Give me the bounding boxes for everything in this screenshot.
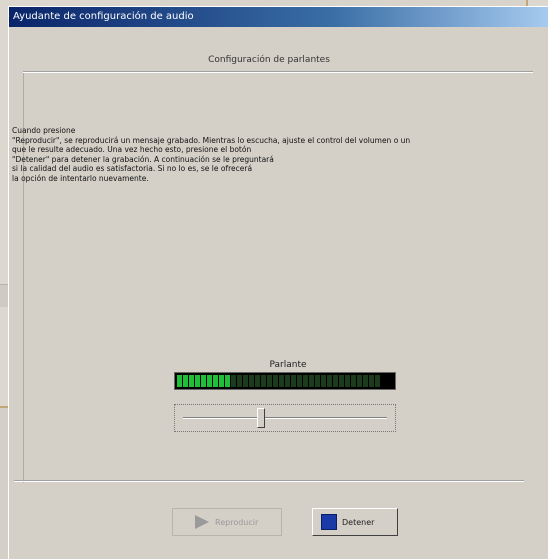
- play-button[interactable]: Reproducir: [172, 508, 282, 536]
- meter-segment: [285, 375, 290, 387]
- meter-segment: [315, 375, 320, 387]
- meter-segment: [207, 375, 212, 387]
- meter-segment: [243, 375, 248, 387]
- meter-segment: [339, 375, 344, 387]
- instruction-line: la opción de intentarlo nuevamente.: [12, 173, 149, 183]
- meter-segment: [303, 375, 308, 387]
- meter-segment: [237, 375, 242, 387]
- meter-segment: [231, 375, 236, 387]
- slider-thumb[interactable]: [257, 408, 265, 428]
- page-subtitle: Configuración de parlantes: [208, 55, 330, 65]
- play-button-label: Reproducir: [215, 517, 259, 527]
- meter-segment: [201, 375, 206, 387]
- meter-segment: [345, 375, 350, 387]
- play-icon: [195, 515, 209, 529]
- footer-divider: [14, 480, 524, 482]
- instruction-line: si la calidad del audio es satisfactoria…: [12, 164, 253, 173]
- stop-icon: [321, 514, 337, 530]
- meter-segment: [255, 375, 260, 387]
- meter-segment: [183, 375, 188, 387]
- meter-segment: [189, 375, 194, 387]
- meter-segment: [309, 375, 314, 387]
- instructions-text: Cuando presione "Reproducir", se reprodu…: [12, 126, 522, 183]
- audio-setup-dialog: Ayudante de configuración de audio Confi…: [8, 6, 548, 559]
- window-title: Ayudante de configuración de audio: [13, 11, 194, 22]
- meter-segment: [249, 375, 254, 387]
- meter-segment: [297, 375, 302, 387]
- meter-segment: [363, 375, 368, 387]
- title-bar[interactable]: Ayudante de configuración de audio: [9, 7, 548, 27]
- meter-segment: [273, 375, 278, 387]
- meter-segment: [369, 375, 374, 387]
- instruction-line: Cuando presione: [12, 126, 76, 135]
- meter-segment: [213, 375, 218, 387]
- instruction-line: que le resulte adecuado. Una vez hecho e…: [12, 145, 252, 154]
- volume-label: Parlante: [269, 360, 307, 370]
- meter-segment: [357, 375, 362, 387]
- meter-segment: [333, 375, 338, 387]
- stop-button-label: Detener: [342, 517, 375, 527]
- meter-segment: [195, 375, 200, 387]
- meter-segment: [327, 375, 332, 387]
- instruction-line: "Detener" para detener la grabación. A c…: [12, 154, 274, 164]
- meter-segment: [279, 375, 284, 387]
- stop-button[interactable]: Detener: [312, 508, 398, 536]
- meter-segment: [225, 375, 230, 387]
- meter-segment: [261, 375, 266, 387]
- meter-segment: [177, 375, 182, 387]
- meter-segment: [291, 375, 296, 387]
- meter-segment: [351, 375, 356, 387]
- meter-segment: [219, 375, 224, 387]
- slider-track: [183, 417, 387, 419]
- meter-segment: [267, 375, 272, 387]
- volume-slider[interactable]: [174, 404, 396, 432]
- meter-segment: [321, 375, 326, 387]
- meter-segment: [375, 375, 380, 387]
- instruction-line: "Reproducir", se reproducirá un mensaje …: [12, 135, 411, 145]
- volume-level-meter: [174, 372, 396, 390]
